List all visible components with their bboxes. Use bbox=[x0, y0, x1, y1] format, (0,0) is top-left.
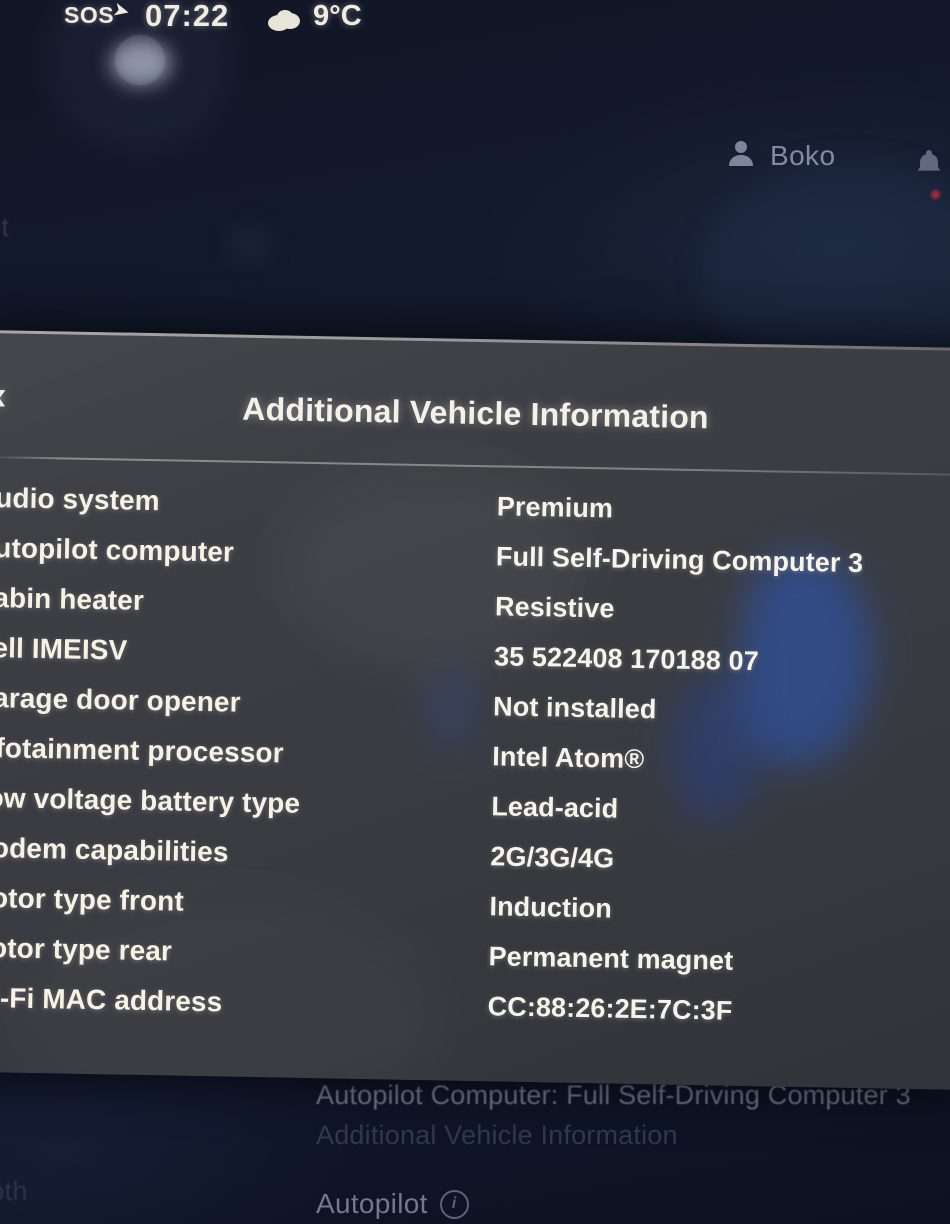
person-icon bbox=[726, 138, 756, 173]
vehicle-info-table: Audio system Premium Autopilot computer … bbox=[0, 482, 949, 1050]
additional-vehicle-information-panel: ‹ Additional Vehicle Information Audio s… bbox=[0, 330, 950, 1090]
row-value: Permanent magnet bbox=[488, 941, 734, 976]
call-arrow-icon: ➤ bbox=[110, 0, 133, 24]
profile-button[interactable]: Boko bbox=[726, 138, 835, 173]
row-value: Resistive bbox=[494, 591, 615, 624]
page-title: Additional Vehicle Information bbox=[242, 390, 710, 436]
tesla-touchscreen: SOS ➤ 07:22 9°C Boko o bbox=[0, 0, 950, 1224]
row-value: Intel Atom® bbox=[491, 741, 645, 775]
bell-icon[interactable] bbox=[915, 148, 943, 183]
screen-speck-glare bbox=[230, 230, 270, 260]
row-value: Premium bbox=[496, 491, 614, 524]
row-value: CC:88:26:2E:7C:3F bbox=[487, 991, 733, 1026]
sos-label[interactable]: SOS bbox=[64, 2, 114, 29]
row-value: Lead-acid bbox=[491, 791, 619, 824]
background-section-autopilot-label: Autopilot bbox=[316, 1188, 428, 1219]
row-value: 35 522408 170188 07 bbox=[493, 641, 760, 677]
cloud-icon bbox=[266, 8, 304, 32]
row-label: Audio system bbox=[0, 481, 160, 517]
row-value: Not installed bbox=[492, 691, 657, 725]
background-section-autopilot[interactable]: Autopilot i bbox=[316, 1188, 469, 1220]
status-bar: SOS ➤ 07:22 9°C bbox=[0, 0, 950, 46]
header-divider bbox=[0, 455, 950, 476]
notification-dot bbox=[931, 190, 940, 199]
row-value: 2G/3G/4G bbox=[490, 841, 615, 874]
info-icon[interactable]: i bbox=[439, 1189, 469, 1219]
temperature-label: 9°C bbox=[313, 0, 362, 32]
row-value: Full Self-Driving Computer 3 bbox=[495, 541, 864, 579]
background-ghost-text-top: ot bbox=[0, 212, 10, 242]
row-value: Induction bbox=[489, 891, 613, 924]
background-list-item-additional-vehicle-information[interactable]: Additional Vehicle Information bbox=[316, 1120, 678, 1151]
clock-time: 07:22 bbox=[145, 0, 230, 33]
profile-name: Boko bbox=[770, 139, 836, 171]
panel-header: ‹ Additional Vehicle Information bbox=[0, 330, 950, 476]
moon-glare bbox=[110, 40, 172, 86]
